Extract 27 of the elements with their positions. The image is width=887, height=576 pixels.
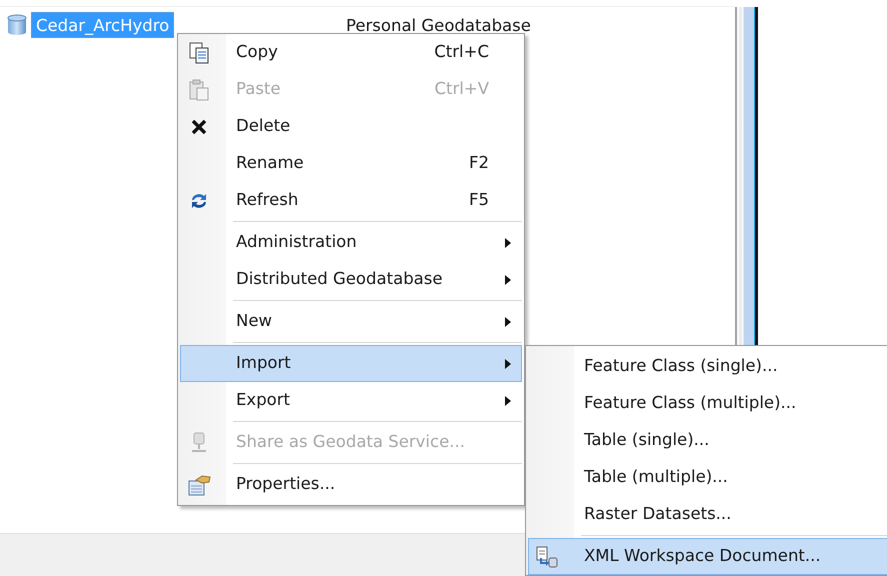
menu-item[interactable]: New	[180, 303, 522, 340]
menu-item[interactable]: Table (single)...	[528, 422, 887, 459]
shortcut-text: Ctrl+V	[434, 78, 489, 100]
menu-item[interactable]: Feature Class (multiple)...	[528, 385, 887, 422]
menu-item[interactable]: Table (multiple)...	[528, 459, 887, 496]
menu-item[interactable]: Copy Ctrl+C	[180, 34, 522, 71]
splitter-bar[interactable]	[735, 7, 758, 347]
menu-item[interactable]: Administration	[180, 224, 522, 261]
menu-item[interactable]: Properties...	[180, 466, 522, 503]
menu-item[interactable]: Raster Datasets...	[528, 496, 887, 533]
shortcut-text: F5	[469, 189, 489, 212]
menu-item[interactable]: Export	[180, 382, 522, 419]
menu-item[interactable]: Rename F2	[180, 145, 522, 182]
shortcut-text: F2	[469, 152, 489, 174]
menu-item[interactable]: Refresh F5	[180, 182, 522, 219]
copy-icon	[187, 42, 211, 64]
menu-item[interactable]: Delete	[180, 108, 522, 145]
properties-icon	[187, 474, 211, 496]
menu-item[interactable]: Import	[180, 345, 522, 382]
menu-item[interactable]: Distributed Geodatabase	[180, 261, 522, 298]
database-icon	[6, 14, 28, 36]
xml-import-icon	[535, 546, 559, 568]
type-text: Personal Geodatabase	[346, 15, 531, 37]
menu-item[interactable]: XML Workspace Document...	[528, 538, 887, 575]
menu-item[interactable]: Feature Class (single)...	[528, 348, 887, 385]
shortcut-text: Ctrl+C	[434, 41, 489, 64]
clipboard-icon	[187, 79, 211, 101]
